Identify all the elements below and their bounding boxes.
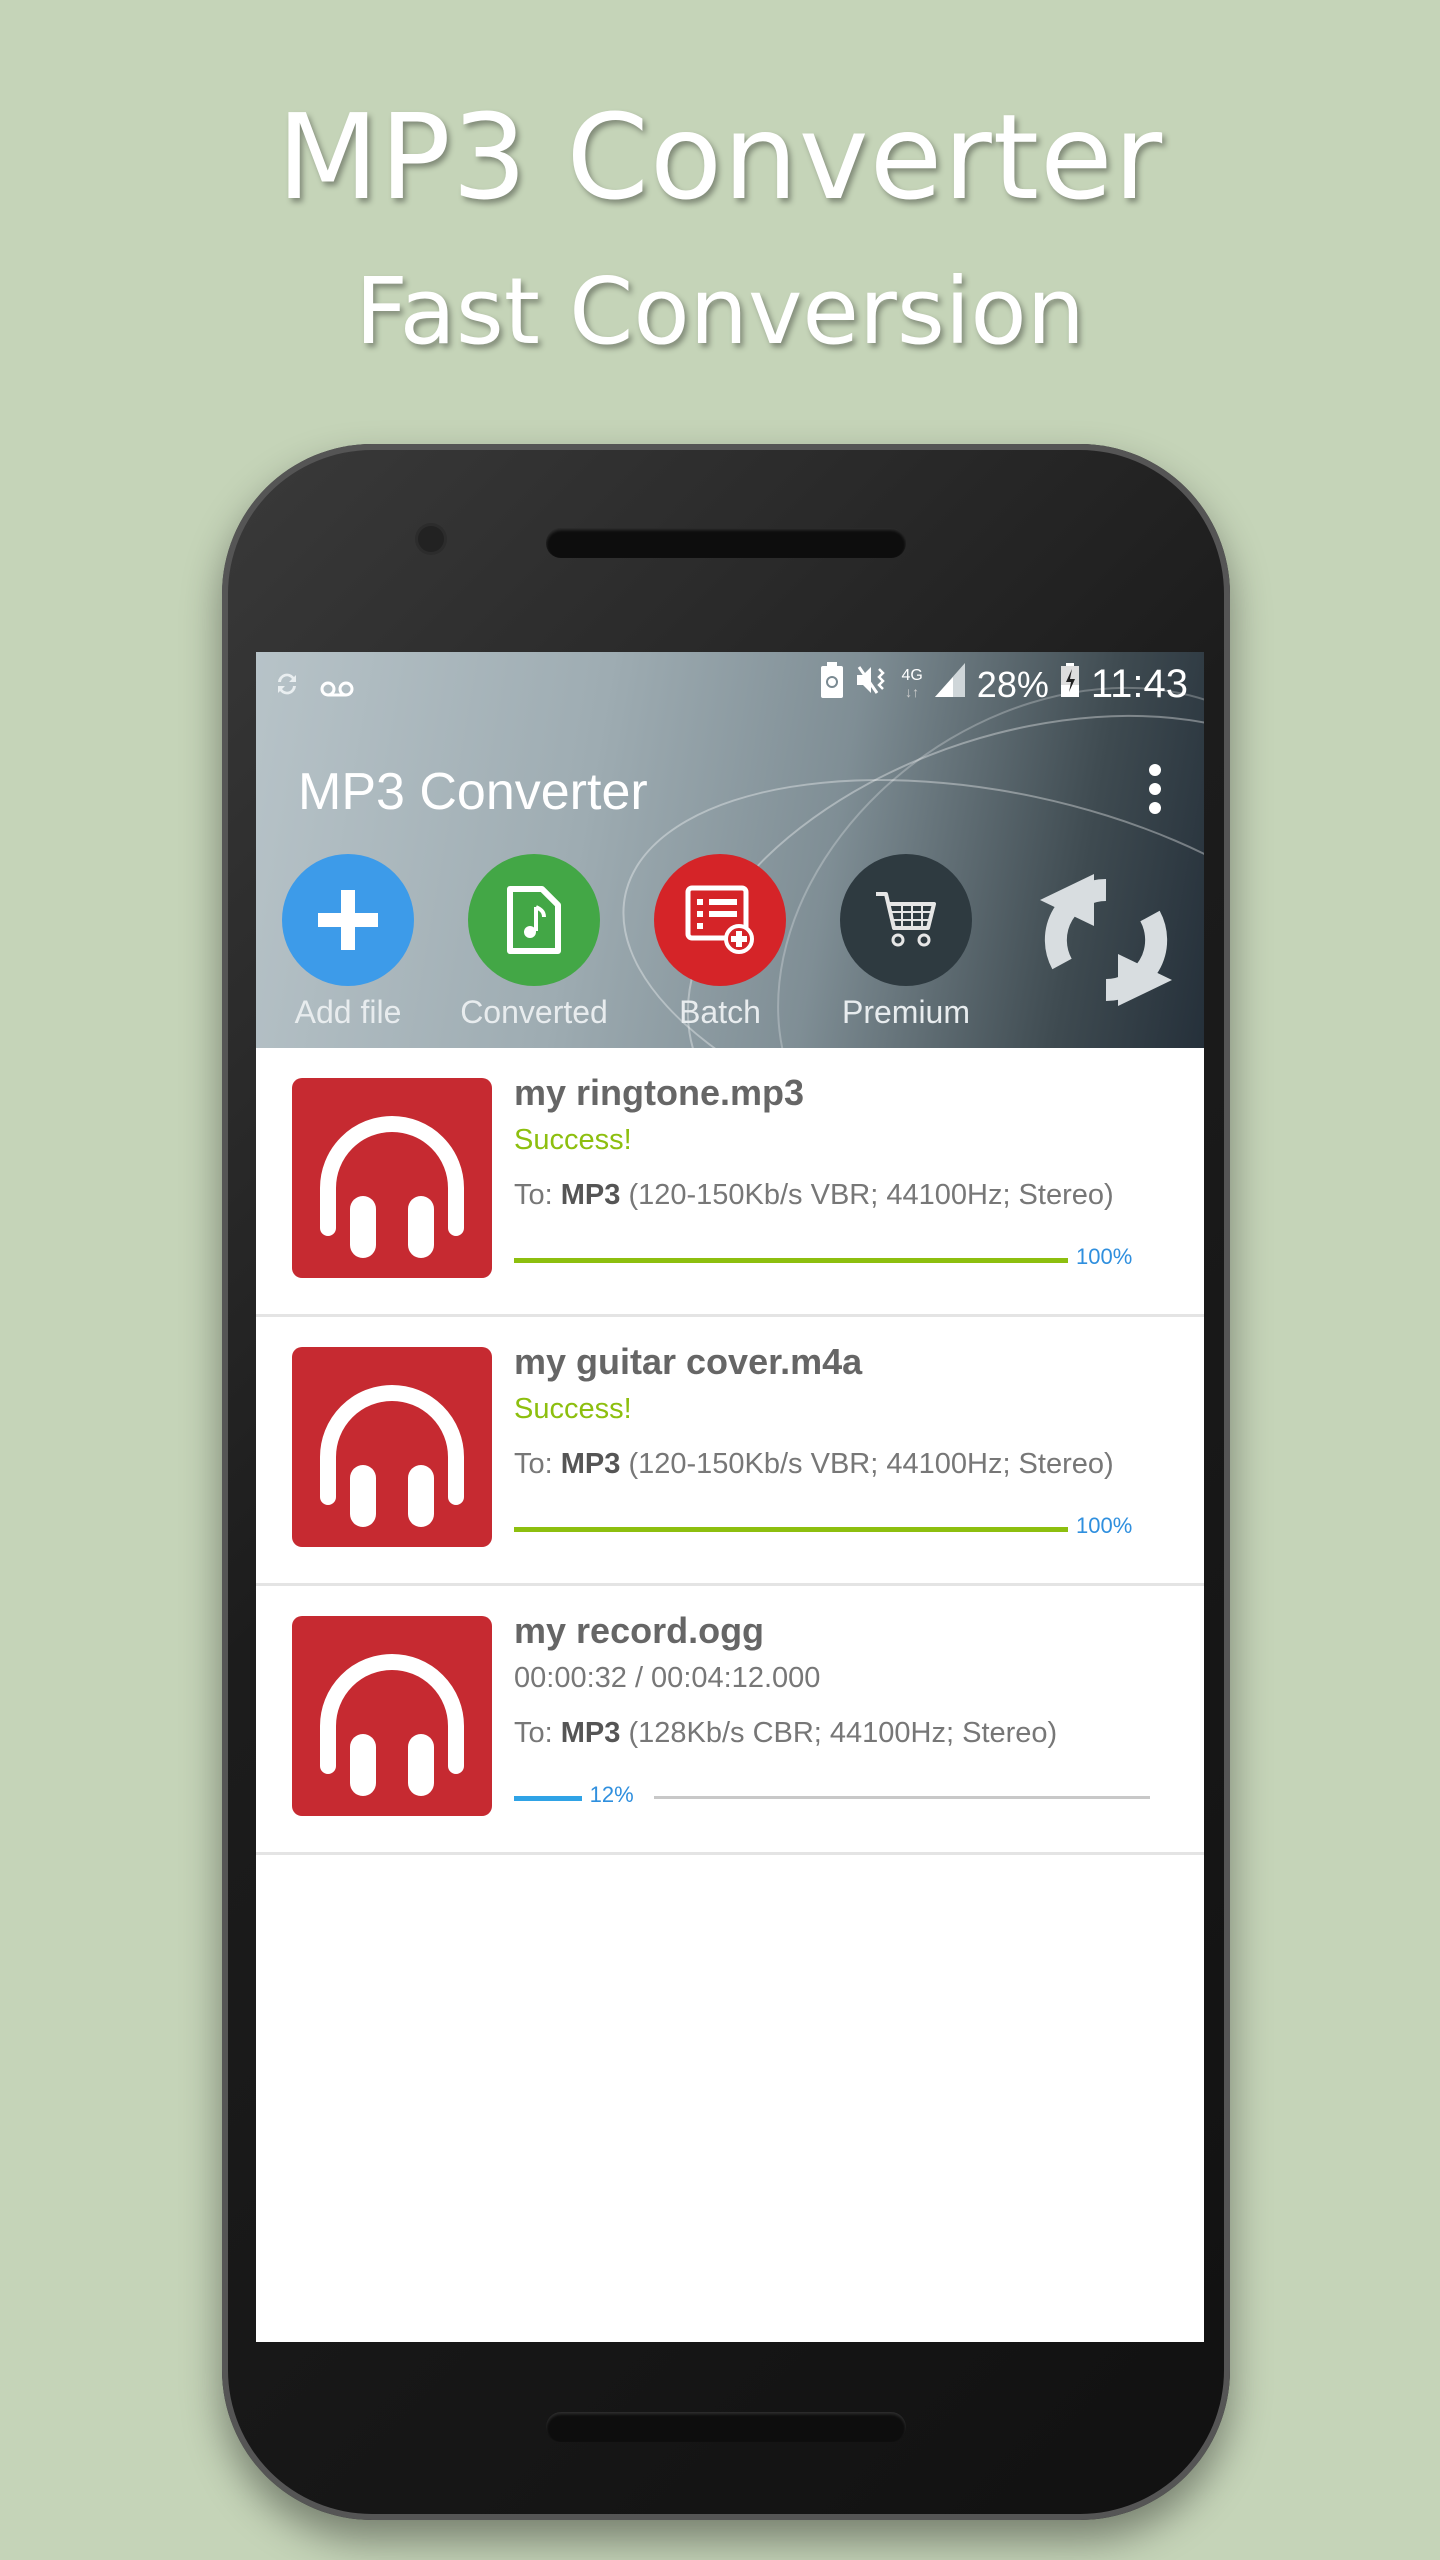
battery-saver-icon	[821, 662, 844, 707]
status-bar: 4G ↓↑ 28% 11:43	[256, 652, 1204, 716]
front-camera	[418, 526, 444, 552]
clock: 11:43	[1090, 662, 1188, 706]
vibrate-mute-icon	[855, 663, 889, 706]
target-settings: (120-150Kb/s VBR; 44100Hz; Stereo)	[620, 1179, 1114, 1211]
plus-icon	[318, 890, 378, 950]
batch-list-add-icon	[685, 885, 754, 954]
add-file-button[interactable]: Add file	[282, 854, 414, 1031]
promo-subtitle: Fast Conversion	[355, 258, 1085, 365]
progress-bar: 100%	[514, 1513, 1150, 1541]
audio-thumbnail	[292, 1616, 492, 1816]
progress-track	[653, 1796, 1150, 1799]
progress-percent: 100%	[1076, 1244, 1133, 1269]
batch-button[interactable]: Batch	[654, 854, 786, 1031]
sync-icon	[272, 666, 302, 708]
converted-circle	[468, 854, 600, 986]
converted-button[interactable]: Converted	[460, 854, 608, 1031]
battery-percent: 28%	[976, 663, 1049, 705]
target-prefix: To:	[514, 1179, 561, 1211]
audio-thumbnail	[292, 1078, 492, 1278]
headphones-icon	[320, 1654, 464, 1796]
conversion-target: To: MP3 (120-150Kb/s VBR; 44100Hz; Stere…	[514, 1179, 1154, 1212]
app-screen: 4G ↓↑ 28% 11:43 MP3 Converter Add file C…	[256, 652, 1204, 2342]
conversion-target: To: MP3 (120-150Kb/s VBR; 44100Hz; Stere…	[514, 1448, 1154, 1481]
conversion-status: Success!	[514, 1124, 632, 1156]
file-name: my ringtone.mp3	[514, 1072, 805, 1113]
conversion-time: 00:00:32 / 00:04:12.000	[514, 1662, 821, 1694]
file-list-item[interactable]: my record.ogg 00:00:32 / 00:04:12.000 To…	[256, 1586, 1204, 1855]
progress-percent: 12%	[589, 1782, 634, 1807]
file-list-item[interactable]: my ringtone.mp3 Success! To: MP3 (120-15…	[256, 1048, 1204, 1317]
target-format: MP3	[560, 1448, 621, 1480]
cart-icon	[876, 892, 936, 947]
audio-thumbnail	[292, 1347, 492, 1547]
action-bar: Add file Converted Batch Premium	[282, 854, 972, 1031]
file-name: my record.ogg	[514, 1610, 765, 1651]
add-file-circle	[282, 854, 414, 986]
add-file-label: Add file	[294, 994, 402, 1030]
conversion-status: Success!	[514, 1393, 632, 1425]
earpiece-speaker	[546, 528, 906, 558]
battery-charging-icon	[1060, 663, 1079, 706]
batch-label: Batch	[679, 994, 761, 1030]
target-settings: (128Kb/s CBR; 44100Hz; Stereo)	[620, 1717, 1058, 1749]
progress-fill	[514, 1527, 1068, 1532]
premium-label: Premium	[841, 994, 970, 1030]
file-list: my ringtone.mp3 Success! To: MP3 (120-15…	[256, 1048, 1204, 1855]
premium-circle	[840, 854, 972, 986]
headphones-icon	[320, 1116, 464, 1258]
progress-percent: 100%	[1076, 1513, 1133, 1538]
converted-label: Converted	[460, 994, 608, 1030]
app-header: 4G ↓↑ 28% 11:43 MP3 Converter Add file C…	[256, 652, 1204, 1048]
signal-icon	[934, 663, 965, 706]
music-file-icon	[507, 886, 561, 954]
4g-icon: 4G ↓↑	[901, 667, 923, 701]
progress-fill	[514, 1796, 582, 1801]
promo-title: MP3 Converter	[276, 88, 1164, 226]
bottom-speaker	[546, 2412, 906, 2442]
target-format: MP3	[560, 1717, 621, 1749]
app-title: MP3 Converter	[298, 763, 648, 821]
premium-button[interactable]: Premium	[840, 854, 972, 1031]
progress-fill	[514, 1258, 1068, 1263]
batch-circle	[654, 854, 786, 986]
target-settings: (120-150Kb/s VBR; 44100Hz; Stereo)	[620, 1448, 1114, 1480]
target-format: MP3	[560, 1179, 621, 1211]
refresh-icon[interactable]	[1036, 870, 1176, 1010]
voicemail-icon	[320, 666, 354, 708]
file-name: my guitar cover.m4a	[514, 1341, 863, 1382]
progress-bar: 12%	[514, 1782, 1150, 1810]
overflow-menu-icon[interactable]	[1148, 764, 1162, 814]
conversion-target: To: MP3 (128Kb/s CBR; 44100Hz; Stereo)	[514, 1717, 1154, 1750]
target-prefix: To:	[514, 1717, 561, 1749]
target-prefix: To:	[514, 1448, 561, 1480]
file-list-item[interactable]: my guitar cover.m4a Success! To: MP3 (12…	[256, 1317, 1204, 1586]
headphones-icon	[320, 1385, 464, 1527]
progress-bar: 100%	[514, 1244, 1150, 1272]
